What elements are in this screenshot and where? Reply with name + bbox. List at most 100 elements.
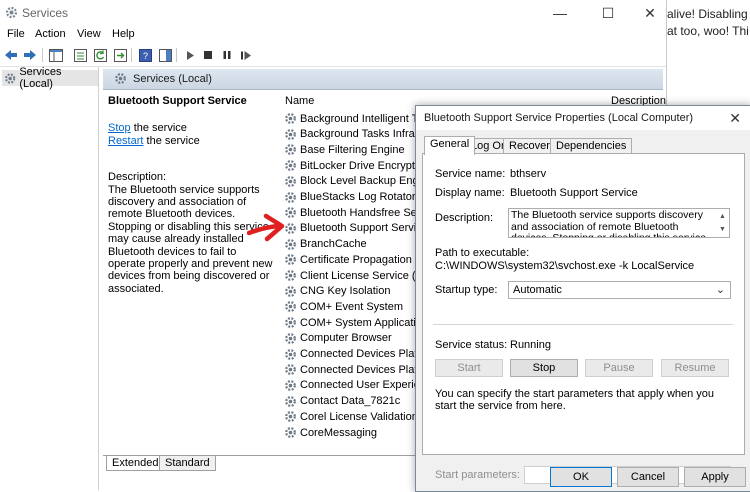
service-gear-icon xyxy=(284,363,297,376)
tab-dependencies[interactable]: Dependencies xyxy=(550,138,633,154)
service-gear-icon xyxy=(284,410,297,423)
service-gear-icon xyxy=(284,159,297,172)
description-label: Description: xyxy=(108,171,167,184)
properties-sheet-icon[interactable] xyxy=(72,47,88,63)
service-gear-icon xyxy=(284,238,297,251)
maximize-button[interactable]: ☐ xyxy=(588,2,628,24)
service-gear-icon xyxy=(284,206,297,219)
window-title: Services xyxy=(22,6,69,20)
background-text-line: alive! Disabling xyxy=(667,7,748,21)
service-name: CoreMessaging xyxy=(300,426,378,439)
tree-node-services-local[interactable]: Services (Local) xyxy=(2,66,98,90)
service-gear-icon xyxy=(284,112,297,125)
menu-help[interactable]: Help xyxy=(112,28,135,40)
apply-button[interactable]: Apply xyxy=(684,467,746,487)
pause-service-icon[interactable] xyxy=(219,47,235,63)
ok-button[interactable]: OK xyxy=(550,467,612,487)
stop-service-icon[interactable] xyxy=(200,47,216,63)
service-row[interactable]: Base Filtering Engine xyxy=(284,142,405,157)
service-row[interactable]: COM+ System Application xyxy=(284,315,428,330)
description-field-text: The Bluetooth service supports discovery… xyxy=(511,209,706,238)
title-bar: Services — ☐ ✕ xyxy=(0,0,666,26)
service-gear-icon xyxy=(284,316,297,329)
start-parameters-label: Start parameters: xyxy=(435,469,520,481)
path-label: Path to executable: xyxy=(435,247,530,259)
toolbar: ? xyxy=(0,44,666,67)
minimize-button[interactable]: — xyxy=(540,2,580,24)
scroll-up-icon[interactable]: ▲ xyxy=(717,210,728,223)
back-arrow-icon[interactable] xyxy=(3,47,19,63)
description-label: Description: xyxy=(435,212,494,224)
scroll-down-icon[interactable]: ▼ xyxy=(717,223,728,236)
service-name: Certificate Propagation xyxy=(300,253,412,266)
service-row[interactable]: COM+ Event System xyxy=(284,299,403,314)
refresh-icon[interactable] xyxy=(92,47,108,63)
start-service-icon[interactable] xyxy=(182,47,198,63)
show-hide-icon[interactable] xyxy=(157,47,173,63)
service-row[interactable]: CNG Key Isolation xyxy=(284,284,390,299)
help-icon[interactable]: ? xyxy=(137,47,153,63)
service-gear-icon xyxy=(284,332,297,345)
description-scrollbar[interactable]: ▲ ▼ xyxy=(717,210,728,237)
service-name-label: Service name: xyxy=(435,168,506,180)
menu-file[interactable]: File xyxy=(7,28,25,40)
service-gear-icon xyxy=(284,143,297,156)
display-name-value: Bluetooth Support Service xyxy=(510,187,638,199)
menu-view[interactable]: View xyxy=(77,28,101,40)
stop-line-suffix: the service xyxy=(130,122,187,135)
startup-type-value: Automatic xyxy=(513,284,562,296)
services-gear-icon xyxy=(115,73,126,84)
dialog-title: Bluetooth Support Service Properties (Lo… xyxy=(424,112,694,124)
tab-standard[interactable]: Standard xyxy=(159,456,216,471)
menu-action[interactable]: Action xyxy=(35,28,66,40)
dialog-title-bar: Bluetooth Support Service Properties (Lo… xyxy=(416,106,750,130)
service-gear-icon xyxy=(284,379,297,392)
service-gear-icon xyxy=(284,426,297,439)
service-row[interactable]: Computer Browser xyxy=(284,331,392,346)
console-tree: Services (Local) xyxy=(0,66,99,490)
service-gear-icon xyxy=(284,269,297,282)
tab-general[interactable]: General xyxy=(424,136,476,155)
selected-service-name: Bluetooth Support Service xyxy=(108,95,247,107)
dialog-close-button[interactable]: ✕ xyxy=(729,110,741,127)
restart-service-link[interactable]: Restart xyxy=(108,135,143,147)
display-name-label: Display name: xyxy=(435,187,505,199)
restart-line-suffix: the service xyxy=(143,134,200,147)
pause-button[interactable]: Pause xyxy=(585,359,653,377)
service-detail-panel: Bluetooth Support Service Stop the servi… xyxy=(108,95,278,295)
close-button[interactable]: ✕ xyxy=(630,2,670,24)
service-name: Bluetooth Support Service xyxy=(300,222,428,235)
background-text-line: at too, woo! Thi xyxy=(667,24,749,38)
service-row[interactable]: CoreMessaging xyxy=(284,425,377,440)
column-header-name[interactable]: Name xyxy=(285,95,314,107)
pane-header-label: Services (Local) xyxy=(133,73,212,85)
stop-line: Stop the service xyxy=(108,122,278,134)
start-button[interactable]: Start xyxy=(435,359,503,377)
startup-type-label: Startup type: xyxy=(435,284,498,296)
description-field[interactable]: The Bluetooth service supports discovery… xyxy=(508,208,730,238)
service-name: COM+ Event System xyxy=(300,300,404,313)
service-gear-icon xyxy=(284,222,297,235)
service-status-label: Service status: xyxy=(435,339,508,351)
service-row[interactable]: Bluetooth Support Service xyxy=(284,221,428,236)
service-row[interactable]: Contact Data_7821c xyxy=(284,394,400,409)
restart-service-icon[interactable] xyxy=(238,47,254,63)
tree-node-label: Services (Local) xyxy=(19,66,62,90)
service-row[interactable]: Certificate Propagation xyxy=(284,252,412,267)
services-gear-icon xyxy=(5,72,16,84)
forward-arrow-icon[interactable] xyxy=(22,47,38,63)
tab-extended[interactable]: Extended xyxy=(106,456,165,471)
console-tree-icon[interactable] xyxy=(48,47,64,63)
startup-type-select[interactable]: Automatic ⌄ xyxy=(508,281,731,299)
service-name: CNG Key Isolation xyxy=(300,285,391,298)
stop-button[interactable]: Stop xyxy=(510,359,578,377)
resume-button[interactable]: Resume xyxy=(661,359,729,377)
export-list-icon[interactable] xyxy=(112,47,128,63)
cancel-button[interactable]: Cancel xyxy=(617,467,679,487)
stop-service-link[interactable]: Stop xyxy=(108,122,131,134)
chevron-down-icon: ⌄ xyxy=(715,284,725,296)
service-name: COM+ System Application xyxy=(300,316,429,329)
service-name: Computer Browser xyxy=(300,332,392,345)
service-row[interactable]: BranchCache xyxy=(284,237,367,252)
service-name: Contact Data_7821c xyxy=(300,395,401,408)
